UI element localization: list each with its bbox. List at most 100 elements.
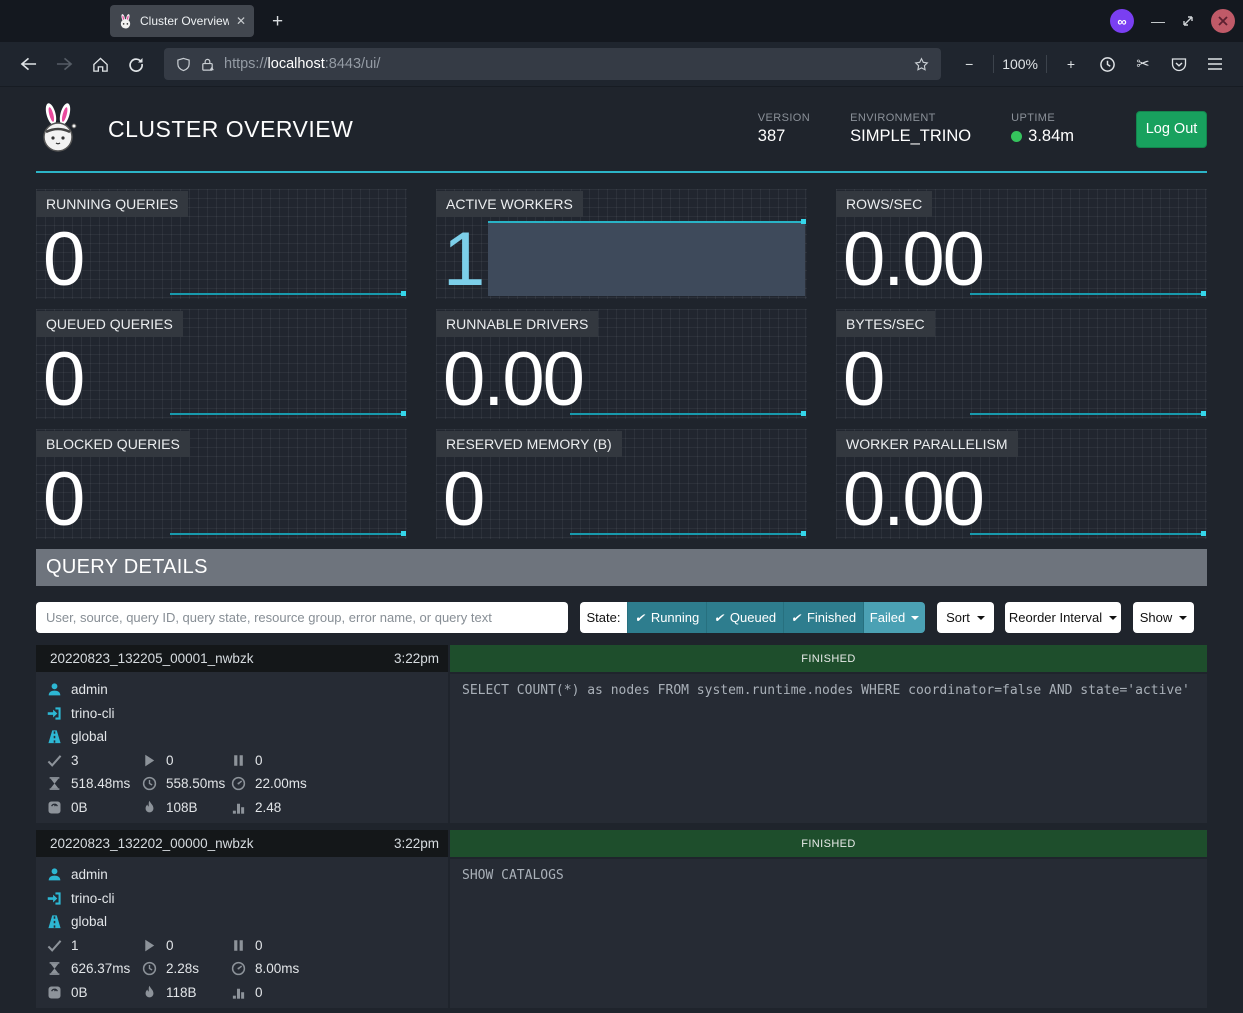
- reload-button[interactable]: [120, 49, 152, 79]
- stat-value: 0: [43, 465, 83, 535]
- stat-label: WORKER PARALLELISM: [836, 431, 1018, 457]
- query-sql-text: SHOW CATALOGS: [450, 859, 1207, 1008]
- sparkline: [170, 293, 405, 295]
- cumulative-memory-flame-icon: [142, 800, 157, 815]
- running-splits: 0: [166, 938, 174, 953]
- trino-cluster-overview-page: CLUSTER OVERVIEW VERSION 387 ENVIRONMENT…: [0, 87, 1243, 1013]
- query-source: trino-cli: [71, 706, 115, 721]
- stat-label: BYTES/SEC: [836, 311, 935, 337]
- stat-label: QUEUED QUERIES: [36, 311, 183, 337]
- tracking-shield-icon[interactable]: [176, 57, 191, 72]
- home-button[interactable]: [84, 49, 116, 79]
- running-splits-play-icon: [142, 938, 157, 953]
- current-memory-scale-icon: [47, 985, 62, 1000]
- page-title: CLUSTER OVERVIEW: [108, 116, 353, 143]
- state-filter-finished[interactable]: ✔Finished: [783, 602, 863, 633]
- chevron-down-icon: [1109, 616, 1117, 620]
- check-icon: ✔: [791, 611, 801, 625]
- parallelism-chart-icon: [231, 985, 246, 1000]
- chevron-down-icon: [911, 616, 919, 620]
- check-icon: ✔: [714, 611, 724, 625]
- sort-dropdown[interactable]: Sort: [937, 602, 994, 633]
- elapsed-time-clock-icon: [142, 776, 157, 791]
- browser-toolbar: https://localhost:8443/ui/ − 100% + ✂: [0, 42, 1243, 87]
- back-button[interactable]: [12, 49, 44, 79]
- stat-card-queued-queries: QUEUED QUERIES 0: [36, 309, 407, 419]
- cpu-time-gauge-icon: [231, 776, 246, 791]
- state-filter-failed-dropdown[interactable]: Failed: [863, 602, 925, 633]
- stat-card-rows-sec: ROWS/SEC 0.00: [836, 189, 1207, 299]
- url-text: https://localhost:8443/ui/: [224, 56, 380, 72]
- sparkline: [970, 293, 1205, 295]
- stat-value: 0: [43, 345, 83, 415]
- cumulative-memory: 108B: [166, 800, 198, 815]
- parallelism: 2.48: [255, 800, 281, 815]
- window-close-button[interactable]: [1211, 9, 1235, 33]
- elapsed-time: 558.50ms: [166, 776, 225, 791]
- sparkline: [970, 533, 1205, 535]
- uptime-status-dot: [1011, 131, 1022, 142]
- window-minimize-button[interactable]: —: [1151, 13, 1165, 29]
- menu-hamburger-icon[interactable]: [1199, 49, 1231, 79]
- queued-splits-pause-icon: [231, 753, 246, 768]
- resource-group-road-icon: [47, 729, 62, 744]
- pocket-icon[interactable]: [1163, 49, 1195, 79]
- version-info: VERSION 387: [758, 112, 810, 146]
- current-memory: 0B: [71, 985, 88, 1000]
- elapsed-time-clock-icon: [142, 961, 157, 976]
- stat-card-runnable-drivers: RUNNABLE DRIVERS 0.00: [436, 309, 807, 419]
- query-time: 3:22pm: [394, 836, 439, 851]
- stat-label: RESERVED MEMORY (B): [436, 431, 622, 457]
- query-id-link[interactable]: 20220823_132205_00001_nwbzk: [50, 651, 253, 666]
- window-restore-button[interactable]: [1182, 15, 1194, 27]
- stat-value: 1: [443, 225, 483, 295]
- stat-card-bytes-sec: BYTES/SEC 0: [836, 309, 1207, 419]
- forward-button[interactable]: [48, 49, 80, 79]
- stat-value: 0: [443, 465, 483, 535]
- current-memory-scale-icon: [47, 800, 62, 815]
- url-bar[interactable]: https://localhost:8443/ui/: [164, 48, 941, 80]
- query-list-item: 20220823_132205_00001_nwbzk 3:22pm admin…: [36, 645, 1207, 823]
- stat-card-blocked-queries: BLOCKED QUERIES 0: [36, 429, 407, 539]
- uptime-info: UPTIME 3.84m: [1011, 112, 1074, 146]
- trino-favicon-icon: [118, 14, 133, 29]
- cpu-time-gauge-icon: [231, 961, 246, 976]
- cumulative-memory: 118B: [166, 985, 197, 1000]
- chevron-down-icon: [977, 616, 985, 620]
- query-id-link[interactable]: 20220823_132202_00000_nwbzk: [50, 836, 253, 851]
- zoom-out-button[interactable]: −: [953, 49, 985, 79]
- query-resource-group: global: [71, 729, 107, 744]
- completed-splits-check-icon: [47, 938, 62, 953]
- zoom-in-button[interactable]: +: [1055, 49, 1087, 79]
- stat-label: ACTIVE WORKERS: [436, 191, 583, 217]
- page-header: CLUSTER OVERVIEW VERSION 387 ENVIRONMENT…: [36, 87, 1207, 173]
- show-dropdown[interactable]: Show: [1133, 602, 1194, 633]
- bookmark-star-icon[interactable]: [914, 57, 929, 72]
- query-search-input[interactable]: [36, 602, 568, 633]
- environment-info: ENVIRONMENT SIMPLE_TRINO: [850, 112, 971, 146]
- history-clock-icon[interactable]: [1091, 49, 1123, 79]
- state-filter-queued[interactable]: ✔Queued: [706, 602, 783, 633]
- logout-button[interactable]: Log Out: [1136, 111, 1207, 148]
- queued-splits-pause-icon: [231, 938, 246, 953]
- new-tab-button[interactable]: +: [272, 12, 283, 31]
- stat-value: 0: [843, 345, 883, 415]
- trino-bunny-logo: [36, 102, 82, 156]
- stat-value: 0.00: [443, 345, 583, 415]
- browser-tab[interactable]: Cluster Overview - Trino ✕: [110, 5, 254, 37]
- state-filter-running[interactable]: ✔Running: [627, 602, 706, 633]
- zoom-level[interactable]: 100%: [1002, 56, 1038, 72]
- completed-splits: 1: [71, 938, 79, 953]
- stat-label: RUNNABLE DRIVERS: [436, 311, 598, 337]
- query-status-bar: FINISHED: [450, 645, 1207, 672]
- browser-tab-bar: Cluster Overview - Trino ✕ + ∞ —: [0, 0, 1243, 42]
- tab-close-icon[interactable]: ✕: [236, 14, 246, 28]
- query-resource-group: global: [71, 914, 107, 929]
- screenshot-scissors-icon[interactable]: ✂: [1127, 49, 1159, 79]
- stat-card-active-workers: ACTIVE WORKERS 1: [436, 189, 807, 299]
- user-icon: [47, 682, 62, 697]
- wall-time-hourglass-icon: [47, 776, 62, 791]
- cumulative-memory-flame-icon: [142, 985, 157, 1000]
- connection-lock-icon[interactable]: [200, 57, 215, 72]
- reorder-interval-dropdown[interactable]: Reorder Interval: [1005, 602, 1121, 633]
